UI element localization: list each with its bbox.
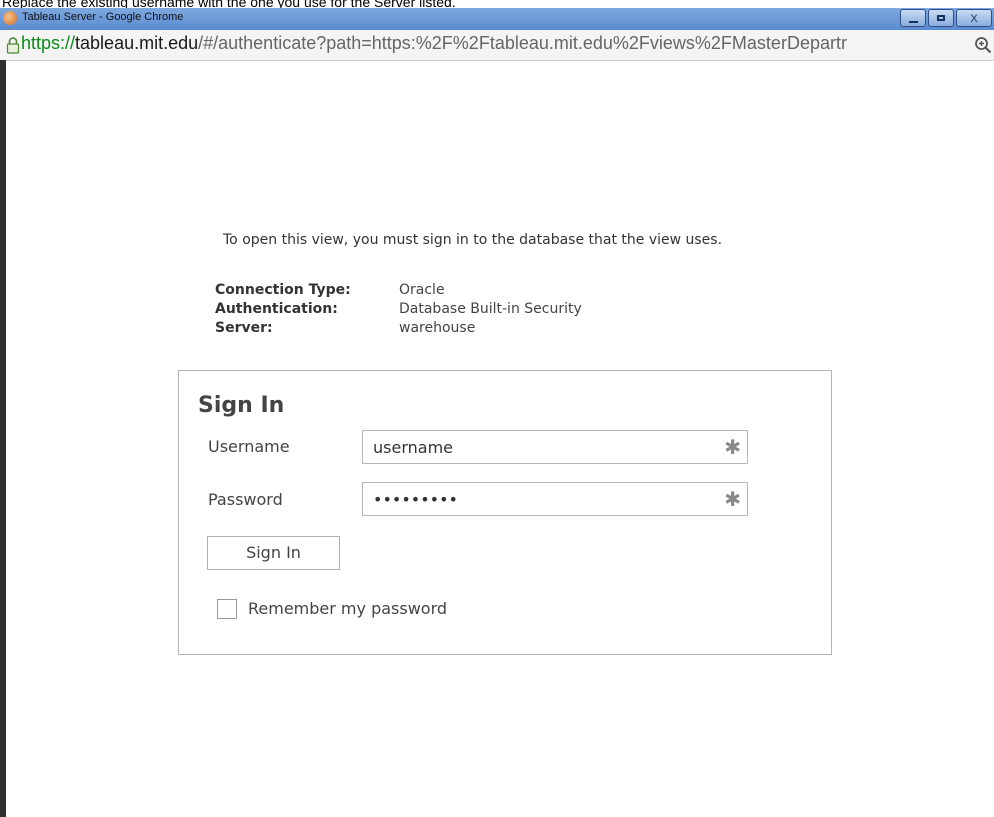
detail-row: Authentication: Database Built-in Securi… <box>215 300 582 319</box>
window-title: Tableau Server - Google Chrome <box>22 11 184 23</box>
detail-label: Server: <box>215 320 273 336</box>
required-asterisk-icon: ✱ <box>724 487 741 511</box>
username-field[interactable]: username ✱ <box>362 430 748 464</box>
sign-in-title: Sign In <box>198 393 285 418</box>
close-button[interactable]: X <box>956 9 992 27</box>
password-value: ••••••••• <box>373 490 458 509</box>
maximize-button[interactable] <box>928 9 954 27</box>
url-scheme: https:// <box>21 33 76 53</box>
minimize-button[interactable] <box>900 9 926 27</box>
username-label: Username <box>208 437 290 456</box>
intro-text: To open this view, you must sign in to t… <box>223 232 723 248</box>
detail-row: Server: warehouse <box>215 319 582 338</box>
title-bar: Tableau Server - Google Chrome X <box>0 8 994 30</box>
address-bar[interactable]: https://tableau.mit.edu/#/authenticate?p… <box>0 30 994 61</box>
detail-row: Connection Type: Oracle <box>215 281 582 300</box>
tableau-app-icon <box>3 11 17 25</box>
sign-in-panel: Sign In Username username ✱ Password •••… <box>178 370 832 655</box>
required-asterisk-icon: ✱ <box>724 435 741 459</box>
lock-icon <box>6 37 20 54</box>
remember-password-label[interactable]: Remember my password <box>248 599 447 618</box>
sign-in-button[interactable]: Sign In <box>207 536 340 570</box>
username-value: username <box>373 438 453 457</box>
minimize-icon <box>909 21 918 23</box>
detail-value: Oracle <box>399 282 445 298</box>
detail-label: Connection Type: <box>215 282 351 298</box>
url-path: /#/authenticate?path=https:%2F%2Ftableau… <box>198 33 847 53</box>
url-host: tableau.mit.edu <box>75 33 199 53</box>
connection-details: Connection Type: Oracle Authentication: … <box>215 281 582 338</box>
detail-label: Authentication: <box>215 301 338 317</box>
detail-value: warehouse <box>399 320 476 336</box>
url-text[interactable]: https://tableau.mit.edu/#/authenticate?p… <box>21 33 847 54</box>
maximize-icon <box>937 15 945 21</box>
zoom-icon[interactable] <box>974 36 992 54</box>
remember-password-checkbox[interactable] <box>217 599 237 619</box>
password-field[interactable]: ••••••••• ✱ <box>362 482 748 516</box>
window-left-border <box>0 60 6 817</box>
password-label: Password <box>208 490 283 509</box>
detail-value: Database Built-in Security <box>399 301 582 317</box>
